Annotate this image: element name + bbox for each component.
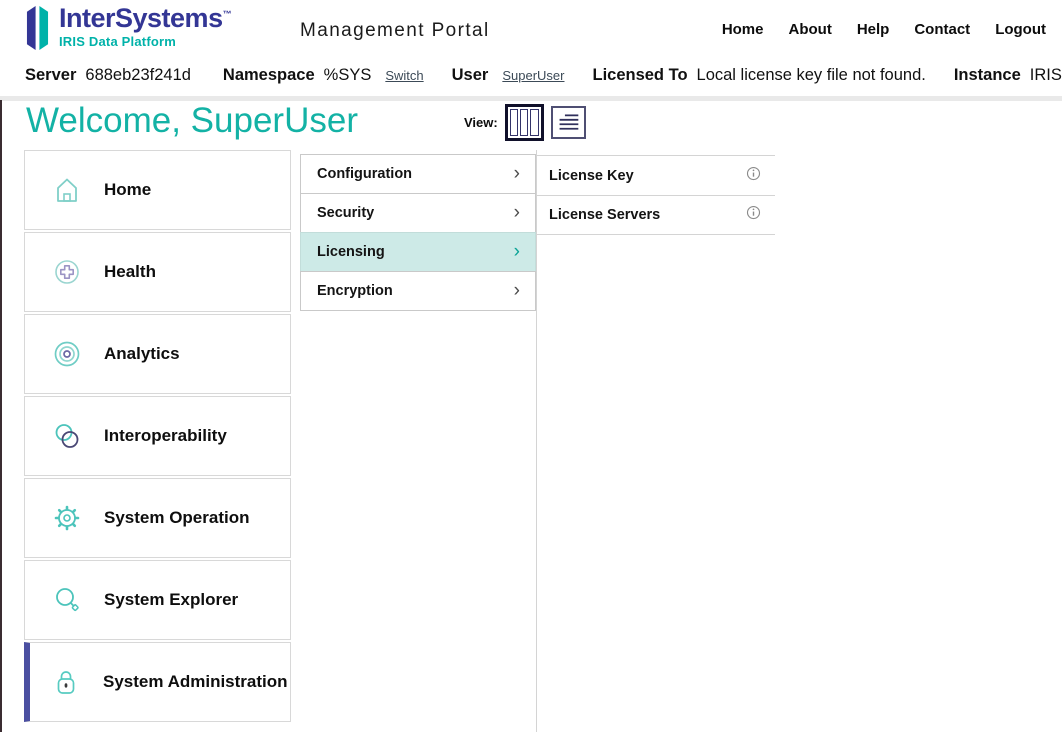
server-value: 688eb23f241d — [85, 66, 191, 85]
top-nav: Home About Help Contact Logout — [722, 21, 1046, 38]
sidebar-item-label: System Explorer — [104, 590, 238, 610]
view-label: View: — [464, 115, 498, 130]
sidebar-item-label: Health — [104, 262, 156, 282]
trademark: ™ — [223, 9, 232, 19]
nav-about-link[interactable]: About — [789, 21, 832, 38]
top-header: InterSystems™ IRIS Data Platform Managem… — [0, 0, 1062, 60]
sidebar-item-home[interactable]: Home — [24, 150, 291, 230]
licensed-to-value: Local license key file not found. — [697, 66, 926, 85]
namespace-value: %SYS — [324, 66, 372, 85]
instance-label: Instance — [954, 66, 1021, 85]
nav-logout-link[interactable]: Logout — [995, 21, 1046, 38]
nav-home-link[interactable]: Home — [722, 21, 764, 38]
sidebar-item-system-explorer[interactable]: System Explorer — [24, 560, 291, 640]
user-profile-link[interactable]: SuperUser — [502, 68, 564, 83]
server-info-bar: Server 688eb23f241d Namespace %SYS Switc… — [25, 66, 1062, 85]
user-label: User — [452, 66, 489, 85]
panel-item-license-key[interactable]: License Key — [537, 155, 775, 195]
brand-name: InterSystems™ — [59, 5, 231, 32]
submenu-item-encryption[interactable]: Encryption › — [300, 271, 536, 311]
submenu-item-licensing[interactable]: Licensing › — [300, 232, 536, 272]
lock-icon — [49, 665, 83, 699]
management-portal-page: InterSystems™ IRIS Data Platform Managem… — [0, 0, 1062, 732]
column-divider — [536, 150, 537, 732]
analytics-icon — [50, 337, 84, 371]
chevron-right-icon: › — [514, 242, 520, 261]
main-menu-sidebar: Home Health Analytics — [24, 150, 291, 724]
interoperability-icon — [50, 419, 84, 453]
list-view-icon[interactable] — [551, 106, 586, 139]
nav-contact-link[interactable]: Contact — [914, 21, 970, 38]
sidebar-item-interoperability[interactable]: Interoperability — [24, 396, 291, 476]
sidebar-item-health[interactable]: Health — [24, 232, 291, 312]
licensing-panel: License Key License Servers — [537, 155, 775, 235]
sidebar-item-label: Interoperability — [104, 426, 227, 446]
window-left-edge — [0, 100, 2, 732]
submenu-item-security[interactable]: Security › — [300, 193, 536, 233]
health-icon — [50, 255, 84, 289]
server-label: Server — [25, 66, 76, 85]
chevron-right-icon: › — [514, 281, 520, 300]
submenu-item-configuration[interactable]: Configuration › — [300, 154, 536, 194]
administration-submenu: Configuration › Security › Licensing › E… — [300, 155, 536, 311]
chevron-right-icon: › — [514, 164, 520, 183]
columns-view-icon[interactable] — [505, 104, 544, 141]
view-switcher: View: — [464, 104, 586, 141]
page-title: Management Portal — [300, 20, 490, 42]
sidebar-item-system-administration[interactable]: System Administration — [24, 642, 291, 722]
sidebar-item-label: Home — [104, 180, 151, 200]
nav-help-link[interactable]: Help — [857, 21, 890, 38]
welcome-heading: Welcome, SuperUser — [26, 101, 358, 141]
chevron-right-icon: › — [514, 203, 520, 222]
licensed-to-label: Licensed To — [592, 66, 687, 85]
sidebar-item-analytics[interactable]: Analytics — [24, 314, 291, 394]
home-icon — [50, 173, 84, 207]
info-icon[interactable] — [746, 166, 761, 186]
instance-value: IRIS — [1030, 66, 1062, 85]
brand-subtitle: IRIS Data Platform — [59, 35, 231, 48]
panel-item-license-servers[interactable]: License Servers — [537, 195, 775, 235]
gear-icon — [50, 501, 84, 535]
sidebar-item-label: Analytics — [104, 344, 180, 364]
sidebar-item-system-operation[interactable]: System Operation — [24, 478, 291, 558]
info-icon[interactable] — [746, 205, 761, 225]
switch-namespace-link[interactable]: Switch — [385, 68, 423, 83]
sidebar-item-label: System Administration — [103, 672, 288, 692]
intersystems-logo[interactable]: InterSystems™ IRIS Data Platform — [24, 5, 231, 51]
sidebar-item-label: System Operation — [104, 508, 250, 528]
intersystems-logo-icon — [24, 5, 51, 51]
namespace-label: Namespace — [223, 66, 315, 85]
magnifier-icon — [50, 583, 84, 617]
